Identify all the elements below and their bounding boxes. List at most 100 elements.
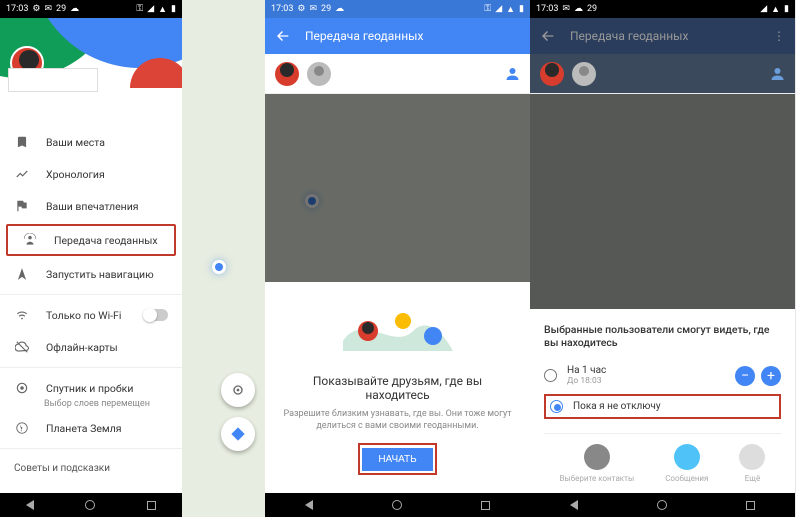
- battery-icon: ▮: [519, 4, 524, 14]
- share-location-icon: [22, 233, 38, 247]
- recents-button[interactable]: [481, 501, 490, 510]
- menu-wifi-only[interactable]: Только по Wi-Fi: [0, 299, 182, 331]
- intro-card: Показывайте друзьям, где вы находитесь Р…: [265, 282, 530, 493]
- option-sub: До 18:03: [567, 376, 606, 386]
- add-person-icon[interactable]: [767, 65, 785, 83]
- map-sliver: [182, 0, 265, 517]
- menu-label: Передача геоданных: [54, 234, 158, 247]
- back-button[interactable]: [305, 500, 313, 510]
- menu-timeline[interactable]: Хронология: [0, 158, 182, 190]
- nav-arrow-icon: [14, 267, 30, 281]
- menu-label: Ваши впечатления: [46, 200, 139, 213]
- menu-label: Ваши места: [46, 136, 105, 149]
- menu-label: Спутник и пробки: [46, 382, 133, 395]
- mail-icon: ✉: [310, 4, 318, 14]
- screen-menu: 17:03⚙✉29☁ ⚿◢▲▮ Ваши места Хронология Ва…: [0, 0, 182, 517]
- appbar-title: Передача геоданных: [570, 29, 688, 43]
- contact-avatar-empty[interactable]: [307, 62, 331, 86]
- card-title: Показывайте друзьям, где вы находитесь: [283, 374, 512, 402]
- cloud-icon: ☁: [335, 4, 344, 14]
- share-more[interactable]: Ещё: [739, 444, 765, 483]
- android-navbar: [530, 493, 795, 517]
- gear-icon: ⚙: [297, 4, 305, 14]
- statusbar: 17:03✉☁29 ◢▲▮: [530, 0, 795, 18]
- share-targets: Выберите контакты Сообщения Ещё: [544, 433, 781, 483]
- offline-icon: [14, 340, 30, 354]
- share-contacts[interactable]: Выберите контакты: [560, 444, 635, 483]
- recents-button[interactable]: [147, 501, 156, 510]
- menu-offline-maps[interactable]: Офлайн-карты: [0, 331, 182, 363]
- battery-icon: ▮: [171, 4, 176, 14]
- bottom-sheet: Выбранные пользователи смогут видеть, гд…: [530, 309, 795, 493]
- menu-contributions[interactable]: Ваши впечатления: [0, 190, 182, 222]
- location-dot: [212, 260, 226, 274]
- add-person-icon[interactable]: [502, 65, 520, 83]
- back-button[interactable]: [26, 500, 34, 510]
- menu-location-sharing[interactable]: Передача геоданных: [8, 226, 174, 254]
- screen-share-intro: 17:03⚙✉29☁ ⚿◢▲▮ Передача геоданных Показ…: [265, 0, 530, 517]
- person-icon: [584, 444, 610, 470]
- bookmark-icon: [14, 135, 30, 149]
- appbar: Передача геоданных ⋮: [530, 18, 795, 54]
- menu-earth[interactable]: Планета Земля: [0, 412, 182, 444]
- key-icon: ⚿: [136, 4, 143, 14]
- account-box[interactable]: [8, 68, 98, 92]
- recents-button[interactable]: [746, 501, 755, 510]
- menu-sub: Выбор слоев перемещен: [0, 396, 182, 412]
- signal-icon: ◢: [147, 4, 154, 14]
- flag-icon: [14, 199, 30, 213]
- home-button[interactable]: [392, 500, 402, 510]
- wifi-icon: ▲: [506, 4, 515, 15]
- mail-icon: ✉: [562, 4, 570, 14]
- menu-label: Хронология: [46, 168, 105, 181]
- menu-tips[interactable]: Советы и подсказки: [0, 453, 182, 484]
- highlight-location-sharing: Передача геоданных: [6, 224, 176, 256]
- android-navbar: [265, 493, 530, 517]
- contact-avatar-self[interactable]: [540, 62, 564, 86]
- contact-avatar-empty[interactable]: [572, 62, 596, 86]
- temp: 29: [56, 4, 66, 14]
- menu-start-navigation[interactable]: Запустить навигацию: [0, 258, 182, 290]
- overflow-icon[interactable]: ⋮: [773, 29, 785, 43]
- highlight-start: НАЧАТЬ: [358, 443, 436, 475]
- minus-button[interactable]: −: [735, 366, 755, 386]
- layers-icon: [14, 381, 30, 395]
- share-messages[interactable]: Сообщения: [665, 444, 708, 483]
- cloud-icon: ☁: [70, 4, 79, 14]
- cloud-icon: ☁: [574, 4, 583, 14]
- option-until-off[interactable]: Пока я не отключу: [550, 398, 775, 415]
- home-button[interactable]: [85, 500, 95, 510]
- option-one-hour[interactable]: На 1 час До 18:03 − +: [544, 359, 781, 392]
- wifi-icon: [14, 308, 30, 322]
- start-button[interactable]: НАЧАТЬ: [362, 448, 432, 471]
- menu-your-places[interactable]: Ваши места: [0, 126, 182, 158]
- menu-label: Запустить навигацию: [46, 268, 154, 281]
- back-icon[interactable]: [275, 28, 291, 44]
- home-button[interactable]: [657, 500, 667, 510]
- signal-icon: ◢: [495, 4, 502, 14]
- plus-button[interactable]: +: [761, 366, 781, 386]
- android-navbar: [0, 493, 182, 517]
- card-desc: Разрешите близким узнавать, где вы. Они …: [283, 408, 512, 433]
- back-icon[interactable]: [540, 28, 556, 44]
- messages-icon: [674, 444, 700, 470]
- option-label: На 1 час: [567, 365, 606, 376]
- more-icon: [739, 444, 765, 470]
- contact-avatar-self[interactable]: [275, 62, 299, 86]
- key-icon: ⚿: [484, 4, 491, 14]
- my-location-fab[interactable]: [221, 373, 255, 407]
- signal-icon: ◢: [760, 4, 767, 14]
- radio-icon: [544, 369, 557, 382]
- radio-icon: [550, 400, 563, 413]
- directions-fab[interactable]: [221, 417, 255, 451]
- back-button[interactable]: [570, 500, 578, 510]
- battery-icon: ▮: [784, 4, 789, 14]
- mail-icon: ✉: [45, 4, 53, 14]
- statusbar: 17:03⚙✉29☁ ⚿◢▲▮: [0, 0, 182, 18]
- illustration: [283, 296, 512, 366]
- option-label: Пока я не отключу: [573, 401, 661, 412]
- menu-label: Планета Земля: [46, 422, 122, 435]
- wifi-toggle[interactable]: [144, 309, 168, 321]
- duration-stepper: − +: [735, 366, 781, 386]
- contacts-row: [265, 54, 530, 94]
